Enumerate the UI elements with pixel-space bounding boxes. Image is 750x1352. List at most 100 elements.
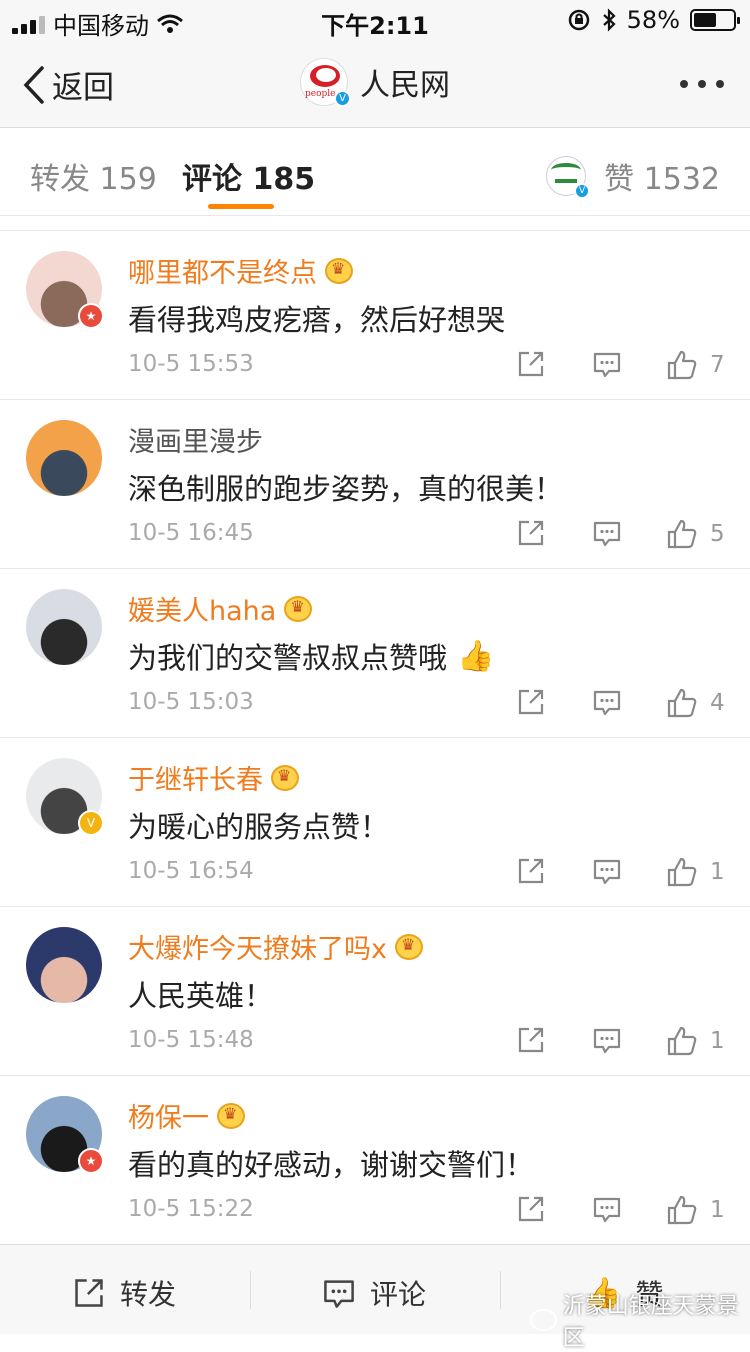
share-button[interactable] [516,1025,546,1055]
thumbs-up-icon [667,1026,697,1056]
comment-username[interactable]: 媛美人haha [128,589,313,628]
comment-list: ★ 哪里都不是终点 看得我鸡皮疙瘩，然后好想哭 10-5 15:53 [0,230,750,1244]
thumbs-up-emoji: 👍 [457,638,495,674]
battery-icon [690,9,740,31]
tab-reposts[interactable]: 转发 159 [30,154,157,198]
vip-crown-icon [271,764,299,791]
account-title[interactable]: people. V 人民网 [300,58,450,107]
comment-time: 10-5 16:45 [128,520,254,546]
share-icon [518,858,544,884]
vip-crown-icon [325,257,353,284]
comment-item: 大爆炸今天撩妹了吗x 人民英雄！ 10-5 15:48 1 [0,906,750,1075]
comment-username[interactable]: 漫画里漫步 [128,420,263,459]
share-button[interactable] [516,518,546,548]
share-button[interactable] [516,687,546,717]
share-icon [518,351,544,377]
reply-button[interactable] [592,856,622,886]
wechat-icon [530,1309,557,1331]
divider [250,1271,251,1309]
tab-likes[interactable]: V 赞 1532 [546,154,720,199]
comment-username[interactable]: 于继轩长春 [128,758,299,797]
user-badge-icon: V [78,810,104,836]
back-label: 返回 [52,70,114,106]
comment-item: 漫画里漫步 深色制服的跑步姿势，真的很美！ 10-5 16:45 5 [0,399,750,568]
comment-username[interactable]: 哪里都不是终点 [128,251,353,290]
comment-icon [593,690,621,716]
vip-crown-icon [394,933,423,960]
thumbs-up-icon [667,519,697,549]
avatar[interactable] [26,420,102,496]
comment-icon [593,521,621,547]
comment-time: 10-5 15:48 [128,1027,254,1053]
comment-username[interactable]: 杨保一 [128,1096,245,1135]
verified-icon: V [334,90,351,107]
comment-body: 人民英雄！ [128,979,274,1013]
comment-button[interactable]: 评论 [322,1273,426,1313]
thumbs-up-icon [667,688,697,718]
share-icon [518,1196,544,1222]
like-button[interactable]: 5 [666,518,725,550]
status-bar: 中国移动 下午2:11 58% [0,0,750,40]
share-icon [518,520,544,546]
thumbs-up-icon [667,857,697,887]
comment-body: 深色制服的跑步姿势，真的很美！ [128,472,564,506]
username-text: 漫画里漫步 [128,427,263,458]
repost-button[interactable]: 转发 [72,1273,176,1313]
avatar[interactable] [26,927,102,1003]
like-button[interactable]: 4 [666,687,725,719]
battery-percent: 58% [626,6,680,34]
comment-text: 看得我鸡皮疙瘩，然后好想哭 [128,297,505,339]
bluetooth-icon [602,8,616,32]
like-button[interactable]: 1 [666,856,725,888]
comment-body: 为暖心的服务点赞！ [128,810,390,844]
comment-body: 看得我鸡皮疙瘩，然后好想哭 [128,303,506,337]
divider [500,1271,501,1309]
reply-button[interactable] [592,687,622,717]
share-button[interactable] [516,349,546,379]
share-icon [518,1027,544,1053]
reply-button[interactable] [592,1194,622,1224]
comment-icon [593,1197,621,1223]
like-count: 5 [710,521,725,547]
comment-item: V 于继轩长春 为暖心的服务点赞！ 10-5 16:54 1 [0,737,750,906]
comment-text: 为暖心的服务点赞！ [128,804,389,846]
comment-item: ★ 哪里都不是终点 看得我鸡皮疙瘩，然后好想哭 10-5 15:53 [0,230,750,399]
comment-item: ★ 杨保一 看的真的好感动，谢谢交警们！ 10-5 15:22 [0,1075,750,1244]
reply-button[interactable] [592,1025,622,1055]
comment-time: 10-5 15:03 [128,689,254,715]
comment-text: 深色制服的跑步姿势，真的很美！ [128,466,563,508]
likes-count: 赞 1532 [604,162,720,197]
comment-body: 为我们的交警叔叔点赞哦 [128,641,448,675]
comment-icon [593,352,621,378]
share-icon [518,689,544,715]
comment-time: 10-5 16:54 [128,858,254,884]
dot-icon [698,80,706,88]
like-button[interactable]: 1 [666,1194,725,1226]
thumbs-up-icon [667,1195,697,1225]
username-text: 大爆炸今天撩妹了吗x [128,934,387,965]
tab-bar: 转发 159 评论 185 V 赞 1532 [0,128,750,216]
comment-icon [593,1028,621,1054]
avatar[interactable] [26,589,102,665]
page-title: 人民网 [360,68,450,103]
reply-button[interactable] [592,518,622,548]
like-count: 1 [710,1028,725,1054]
like-button[interactable]: 7 [666,349,725,381]
vip-crown-icon [284,595,313,622]
liker-avatar: V [546,156,591,199]
thumbs-up-icon [667,350,697,380]
dot-icon [680,80,688,88]
username-text: 于继轩长春 [128,765,263,796]
reply-button[interactable] [592,349,622,379]
comment-item: 媛美人haha 为我们的交警叔叔点赞哦 👍 10-5 15:03 4 [0,568,750,737]
share-button[interactable] [516,856,546,886]
tab-comments[interactable]: 评论 185 [182,154,315,198]
like-button[interactable]: 1 [666,1025,725,1057]
back-button[interactable]: 返回 [22,62,114,107]
verified-icon: V [574,183,591,199]
share-button[interactable] [516,1194,546,1224]
like-count: 1 [710,1197,725,1223]
more-options-button[interactable] [680,80,724,88]
comment-username[interactable]: 大爆炸今天撩妹了吗x [128,927,423,966]
comment-label: 评论 [370,1278,427,1311]
